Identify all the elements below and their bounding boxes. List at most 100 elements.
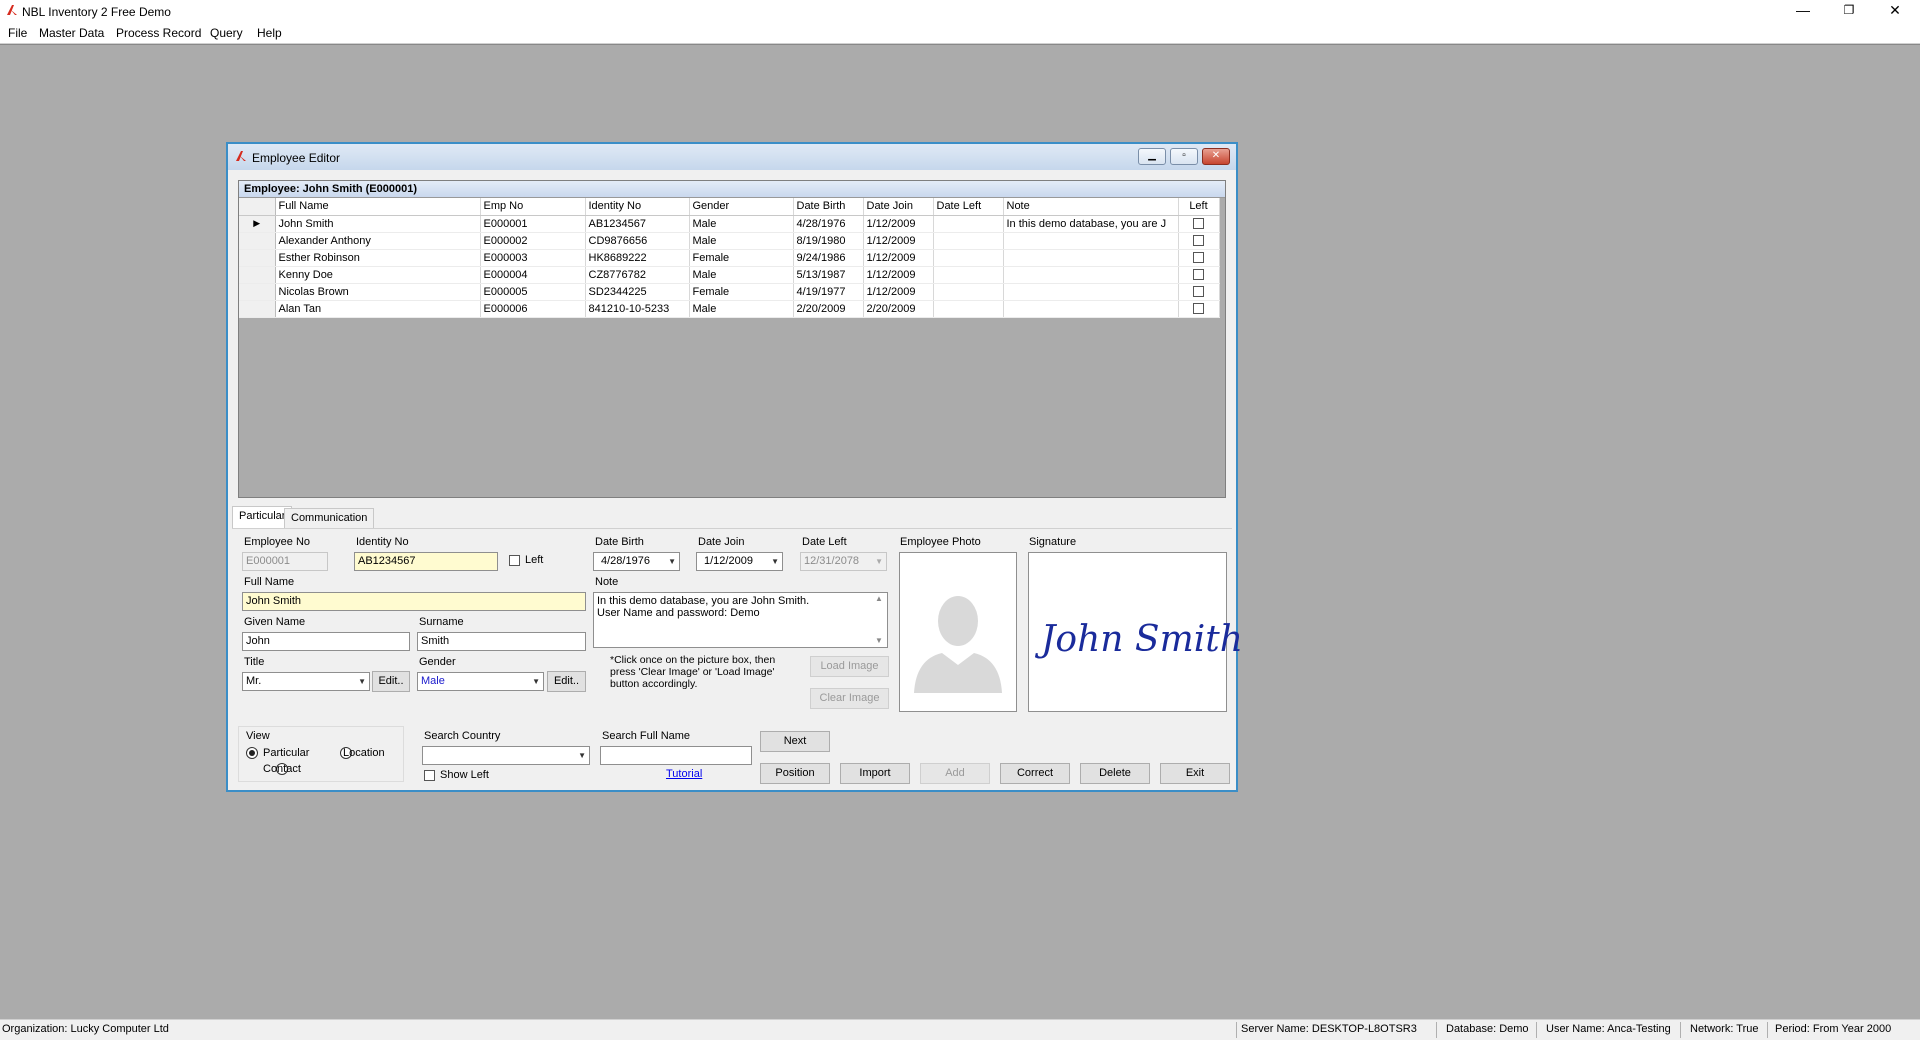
cell-date-left[interactable] — [933, 232, 1004, 250]
clear-image-button[interactable]: Clear Image — [810, 688, 889, 709]
signature-box[interactable]: John Smith — [1028, 552, 1243, 712]
cell-emp-no[interactable]: E000002 — [480, 232, 586, 250]
close-icon[interactable]: ✕ — [1872, 0, 1918, 22]
cell-note[interactable] — [1003, 249, 1179, 267]
col-identity-no[interactable]: Identity No — [585, 198, 690, 216]
edit-gender-button[interactable]: Edit.. — [547, 671, 586, 692]
cell-gender[interactable]: Male — [689, 300, 794, 318]
child-minimize-icon[interactable]: ▁ — [1138, 148, 1166, 165]
menu-process-record[interactable]: Process Record — [116, 26, 201, 40]
cell-identity-no[interactable]: 841210-10-5233 — [585, 300, 690, 318]
cell-date-left[interactable] — [933, 283, 1004, 301]
minimize-icon[interactable]: — — [1780, 0, 1826, 22]
col-left[interactable]: Left — [1178, 198, 1220, 216]
employee-no-field[interactable]: E000001 — [242, 552, 328, 571]
col-emp-no[interactable]: Emp No — [480, 198, 586, 216]
edit-title-button[interactable]: Edit.. — [372, 671, 410, 692]
cell-left[interactable] — [1178, 283, 1220, 301]
cell-date-left[interactable] — [933, 300, 1004, 318]
cell-full-name[interactable]: Alexander Anthony — [275, 232, 481, 250]
left-row-checkbox[interactable] — [1193, 303, 1204, 315]
child-close-icon[interactable]: ✕ — [1202, 148, 1230, 165]
cell-date-birth[interactable]: 2/20/2009 — [793, 300, 864, 318]
surname-field[interactable]: Smith — [417, 632, 586, 651]
next-button[interactable]: Next — [760, 731, 830, 752]
search-full-name-input[interactable] — [600, 746, 752, 765]
cell-date-join[interactable]: 1/12/2009 — [863, 215, 934, 233]
date-birth-picker[interactable]: 4/28/1976 ▼ — [593, 552, 680, 571]
menu-help[interactable]: Help — [257, 26, 282, 40]
cell-identity-no[interactable]: AB1234567 — [585, 215, 690, 233]
cell-emp-no[interactable]: E000003 — [480, 249, 586, 267]
delete-button[interactable]: Delete — [1080, 763, 1150, 784]
cell-full-name[interactable]: Esther Robinson — [275, 249, 481, 267]
restore-icon[interactable]: ❐ — [1826, 0, 1872, 22]
left-row-checkbox[interactable] — [1193, 252, 1204, 264]
correct-button[interactable]: Correct — [1000, 763, 1070, 784]
cell-date-join[interactable]: 1/12/2009 — [863, 249, 934, 267]
cell-full-name[interactable]: Nicolas Brown — [275, 283, 481, 301]
scroll-down-icon[interactable]: ▼ — [875, 636, 883, 645]
col-date-join[interactable]: Date Join — [863, 198, 934, 216]
row-header[interactable] — [239, 283, 276, 301]
cell-gender[interactable]: Male — [689, 266, 794, 284]
menu-master-data[interactable]: Master Data — [39, 26, 104, 40]
cell-date-birth[interactable]: 4/28/1976 — [793, 215, 864, 233]
cell-date-birth[interactable]: 4/19/1977 — [793, 283, 864, 301]
import-button[interactable]: Import — [840, 763, 910, 784]
cell-emp-no[interactable]: E000006 — [480, 300, 586, 318]
row-header[interactable]: ▶ — [239, 215, 276, 233]
note-textarea[interactable]: In this demo database, you are John Smit… — [593, 592, 888, 648]
child-maximize-icon[interactable]: ▫ — [1170, 148, 1198, 165]
cell-full-name[interactable]: John Smith — [275, 215, 481, 233]
tutorial-link[interactable]: Tutorial — [666, 768, 702, 780]
cell-left[interactable] — [1178, 266, 1220, 284]
date-join-picker[interactable]: 1/12/2009 ▼ — [696, 552, 783, 571]
cell-emp-no[interactable]: E000005 — [480, 283, 586, 301]
cell-date-birth[interactable]: 8/19/1980 — [793, 232, 864, 250]
cell-date-join[interactable]: 2/20/2009 — [863, 300, 934, 318]
table-row[interactable]: Nicolas Brown E000005 SD2344225 Female 4/19/… — [239, 283, 1220, 301]
cell-date-join[interactable]: 1/12/2009 — [863, 283, 934, 301]
cell-note[interactable] — [1003, 266, 1179, 284]
row-header[interactable] — [239, 249, 276, 267]
load-image-button[interactable]: Load Image — [810, 656, 889, 677]
cell-emp-no[interactable]: E000001 — [480, 215, 586, 233]
table-row[interactable]: Alexander Anthony E000002 CD9876656 Male 8/1… — [239, 232, 1220, 250]
cell-date-left[interactable] — [933, 266, 1004, 284]
cell-date-join[interactable]: 1/12/2009 — [863, 266, 934, 284]
left-row-checkbox[interactable] — [1193, 269, 1204, 281]
cell-gender[interactable]: Female — [689, 249, 794, 267]
cell-date-left[interactable] — [933, 215, 1004, 233]
employee-photo-box[interactable] — [899, 552, 1017, 712]
table-row[interactable]: Esther Robinson E000003 HK8689222 Female 9/2… — [239, 249, 1220, 267]
row-header[interactable] — [239, 266, 276, 284]
search-country-combo[interactable]: ▼ — [422, 746, 590, 765]
table-row[interactable]: Kenny Doe E000004 CZ8776782 Male 5/13/1987 1/… — [239, 266, 1220, 284]
menu-file[interactable]: File — [8, 26, 27, 40]
col-date-left[interactable]: Date Left — [933, 198, 1004, 216]
identity-no-field[interactable]: AB1234567 — [354, 552, 498, 571]
date-left-picker[interactable]: 12/31/2078 ▼ — [800, 552, 887, 571]
cell-date-birth[interactable]: 5/13/1987 — [793, 266, 864, 284]
left-row-checkbox[interactable] — [1193, 235, 1204, 247]
col-gender[interactable]: Gender — [689, 198, 794, 216]
add-button[interactable]: Add — [920, 763, 990, 784]
left-row-checkbox[interactable] — [1193, 286, 1204, 298]
cell-gender[interactable]: Male — [689, 215, 794, 233]
cell-left[interactable] — [1178, 232, 1220, 250]
cell-identity-no[interactable]: CD9876656 — [585, 232, 690, 250]
cell-identity-no[interactable]: CZ8776782 — [585, 266, 690, 284]
cell-gender[interactable]: Female — [689, 283, 794, 301]
cell-note[interactable] — [1003, 283, 1179, 301]
row-header[interactable] — [239, 232, 276, 250]
left-checkbox[interactable] — [509, 555, 520, 566]
cell-full-name[interactable]: Alan Tan — [275, 300, 481, 318]
cell-left[interactable] — [1178, 249, 1220, 267]
cell-date-join[interactable]: 1/12/2009 — [863, 232, 934, 250]
cell-left[interactable] — [1178, 300, 1220, 318]
menu-query[interactable]: Query — [210, 26, 243, 40]
cell-emp-no[interactable]: E000004 — [480, 266, 586, 284]
cell-identity-no[interactable]: SD2344225 — [585, 283, 690, 301]
tab-communication[interactable]: Communication — [284, 508, 375, 528]
